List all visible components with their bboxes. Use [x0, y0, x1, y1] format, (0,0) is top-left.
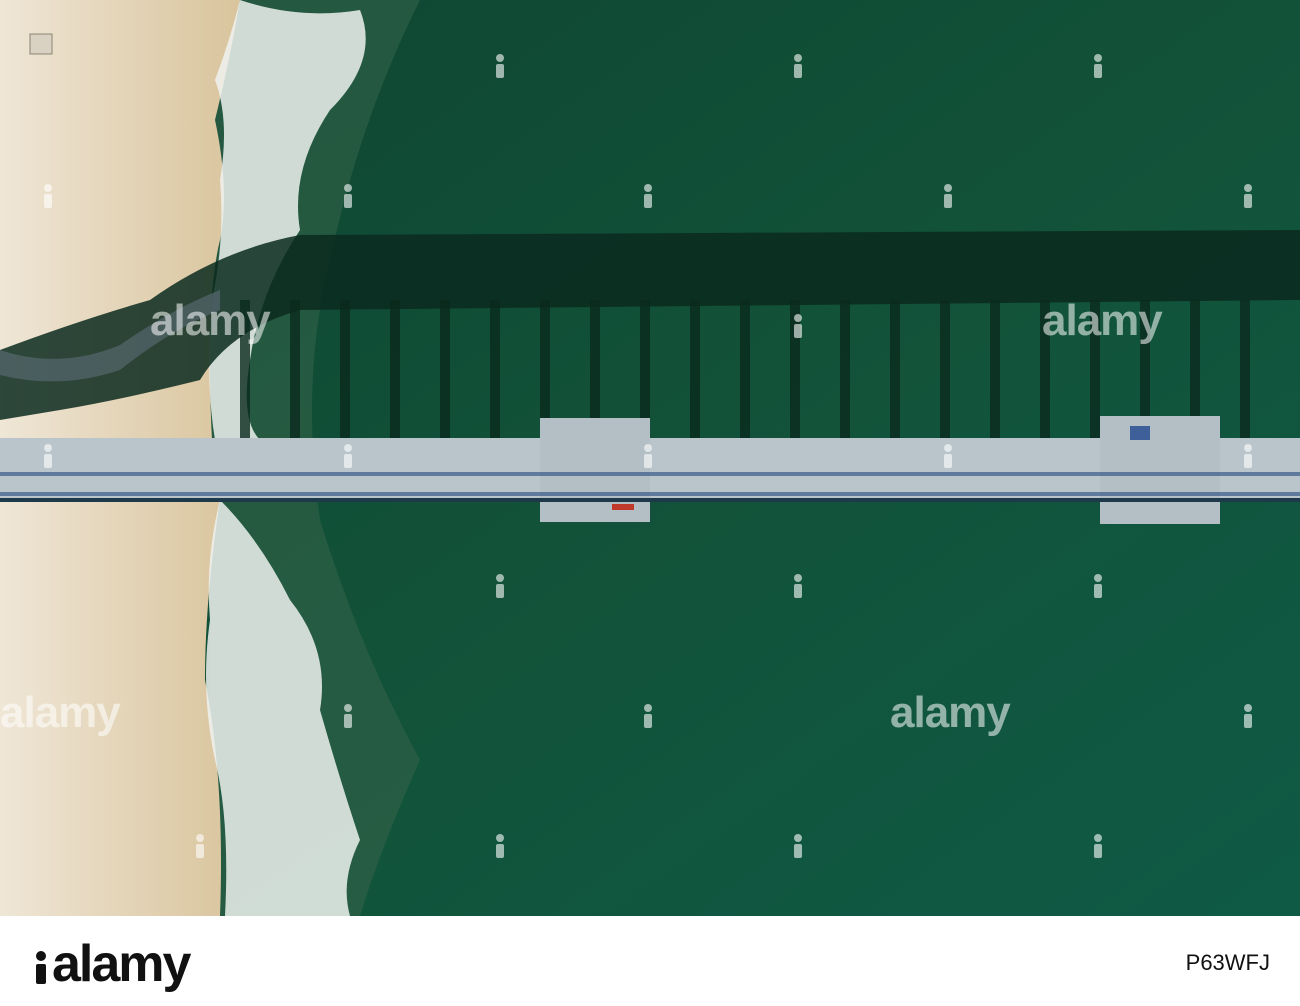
watermark-icon: [42, 444, 54, 470]
pier-edge: [0, 498, 1300, 502]
watermark-icon: [194, 834, 206, 860]
watermark-center: alamy: [1042, 296, 1163, 345]
pier-rail-shadow-2: [0, 492, 1300, 496]
watermark-icon: [494, 574, 506, 600]
footer-bar: alamy P63WFJ: [0, 916, 1300, 1006]
watermark-icon: [1242, 444, 1254, 470]
watermark-icon: [1242, 704, 1254, 730]
watermark-icon: [942, 184, 954, 210]
watermark-lower-middle: alamy: [890, 688, 1011, 737]
brand-logo: alamy: [52, 935, 191, 993]
watermark-left-upper: alamy: [150, 296, 271, 345]
pier-platform-2: [1100, 416, 1220, 524]
watermark-icon: [342, 184, 354, 210]
lifeguard-tower: [29, 33, 53, 55]
watermark-icon: [642, 444, 654, 470]
watermark-icon: [1092, 574, 1104, 600]
watermark-icon: [494, 54, 506, 80]
aerial-pier-photo: alamy alamy alamy alamy: [0, 0, 1300, 916]
watermark-icon: [792, 574, 804, 600]
bench: [612, 504, 634, 510]
watermark-icon: [42, 184, 54, 210]
kiosk: [1130, 426, 1150, 440]
watermark-icon: [1092, 54, 1104, 80]
watermark-icon: [342, 704, 354, 730]
alamy-logo-icon: [36, 951, 46, 984]
watermark-icon: [1242, 184, 1254, 210]
watermark-icon: [792, 834, 804, 860]
watermark-icon: [792, 54, 804, 80]
watermark-icon: [342, 444, 354, 470]
watermark-icon: [942, 444, 954, 470]
watermark-icon: [494, 834, 506, 860]
watermark-left: alamy: [0, 688, 121, 737]
image-id-label: P63WFJ: [1185, 950, 1270, 975]
watermark-icon: [642, 704, 654, 730]
pier-rail-shadow: [0, 472, 1300, 476]
watermark-icon: [1092, 834, 1104, 860]
watermark-icon: [792, 314, 804, 340]
watermark-icon: [642, 184, 654, 210]
